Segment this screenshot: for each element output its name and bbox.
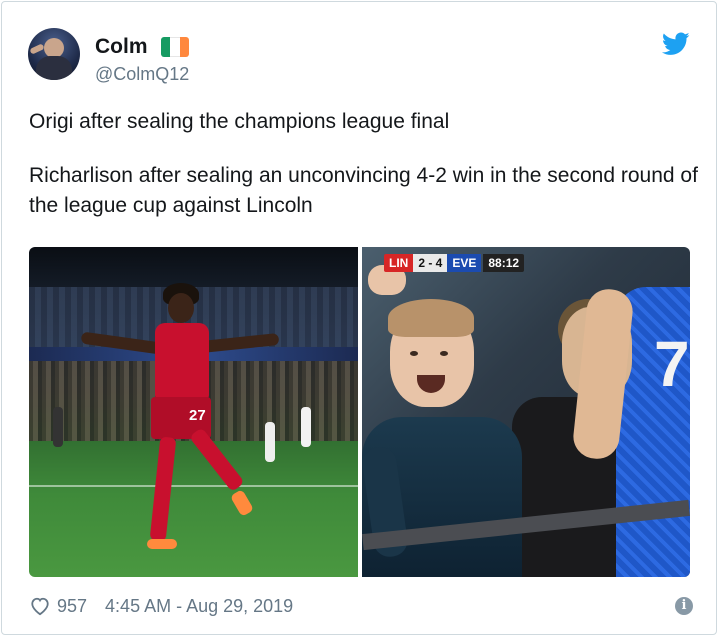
player-boot — [229, 489, 255, 517]
tweet-paragraph: Richarlison after sealing an unconvincin… — [29, 164, 698, 217]
boy-eye — [440, 351, 448, 356]
photo-origi-celebration[interactable]: 27 — [29, 247, 358, 577]
avatar-arm — [29, 43, 45, 55]
scoreboard: LIN 2 - 4 EVE 88:12 — [384, 254, 525, 272]
boy-jacket — [362, 417, 522, 577]
pitch-line — [29, 485, 358, 487]
media-grid: 27 7 LIN 2 - 4 EVE 88:12 — [29, 247, 690, 577]
player-head — [168, 293, 194, 323]
author-handle[interactable]: @ColmQ12 — [95, 64, 189, 85]
tweet-footer: 957 4:45 AM - Aug 29, 2019 i — [29, 594, 693, 618]
info-icon[interactable]: i — [675, 597, 693, 615]
like-count[interactable]: 957 — [57, 596, 87, 617]
background-player — [265, 422, 275, 462]
player-leg — [149, 436, 177, 542]
player-jersey — [155, 323, 209, 401]
heart-icon[interactable] — [29, 596, 51, 616]
timestamp[interactable]: 4:45 AM - Aug 29, 2019 — [105, 596, 293, 617]
scoreboard-team-away: EVE — [447, 254, 482, 272]
background-player — [53, 407, 63, 447]
boy-hair — [388, 299, 474, 337]
author-name[interactable]: Colm — [95, 35, 148, 59]
scoreboard-team-home: LIN — [384, 254, 414, 272]
tweet-text: Origi after sealing the champions league… — [29, 107, 699, 221]
photo-richarlison-crowd[interactable]: 7 LIN 2 - 4 EVE 88:12 — [362, 247, 690, 577]
twitter-bird-icon[interactable] — [662, 32, 690, 56]
avatar[interactable] — [28, 28, 80, 80]
tweet-card: Colm @ColmQ12 Origi after sealing the ch… — [1, 1, 717, 635]
avatar-body — [36, 56, 72, 80]
scoreboard-clock: 88:12 — [483, 254, 525, 272]
background-player — [301, 407, 311, 447]
tweet-paragraph: Origi after sealing the champions league… — [29, 110, 450, 133]
jersey-number: 27 — [189, 407, 206, 424]
player-boot — [147, 539, 177, 549]
boy-eye — [410, 351, 418, 356]
avatar-head — [44, 38, 64, 58]
scoreboard-score: 2 - 4 — [413, 254, 448, 272]
ireland-flag-icon — [161, 37, 189, 57]
shirt-number: 7 — [654, 328, 690, 400]
